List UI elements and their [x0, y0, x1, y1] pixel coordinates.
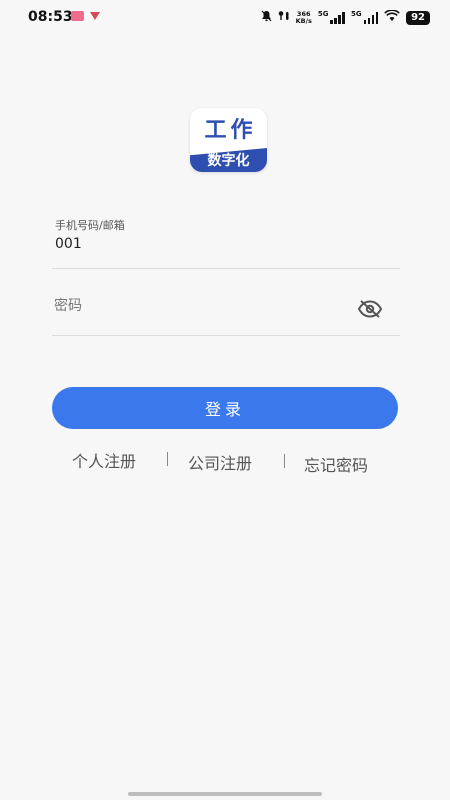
network-speed-unit: KB/s — [295, 17, 312, 25]
signal-bars-1-icon — [330, 12, 345, 24]
personal-register-link[interactable]: 个人注册 — [72, 448, 136, 472]
wifi-icon — [384, 9, 400, 26]
status-time: 08:53 — [28, 9, 73, 25]
account-input[interactable]: 001 — [55, 236, 82, 252]
home-indicator[interactable] — [128, 792, 322, 796]
signal-1-label: 5G — [317, 10, 329, 18]
signal-2-label: 5G — [350, 10, 362, 18]
company-register-link[interactable]: 公司注册 — [188, 450, 252, 474]
separator — [167, 452, 168, 466]
separator — [284, 454, 285, 468]
app-logo: 工作 数字化 — [190, 108, 267, 172]
login-button[interactable]: 登录 — [52, 387, 398, 429]
register-links: 个人注册 公司注册 忘记密码 — [0, 448, 450, 475]
status-bar: 08:53 366 KB/s 5G 5G 92 — [0, 0, 450, 36]
app-notification-icon — [71, 11, 84, 21]
status-icons: 366 KB/s 5G 5G 92 — [261, 9, 430, 26]
login-screen: 08:53 366 KB/s 5G 5G 92 工作 数字化 手机号码/邮箱 0… — [0, 0, 450, 800]
signal-bars-2-icon — [363, 12, 379, 24]
eye-off-icon — [357, 300, 383, 318]
password-input[interactable] — [52, 294, 346, 318]
forgot-password-link[interactable]: 忘记密码 — [304, 452, 368, 476]
network-speed: 366 KB/s — [296, 11, 312, 25]
account-underline — [52, 268, 400, 269]
password-visibility-toggle[interactable] — [356, 298, 384, 320]
battery-level: 92 — [406, 11, 430, 25]
logo-top-text: 工作 — [204, 118, 257, 143]
account-label: 手机号码/邮箱 — [55, 219, 125, 232]
mute-bell-icon — [261, 10, 272, 26]
earbuds-icon — [278, 10, 290, 26]
password-underline — [52, 335, 400, 336]
logo-bottom-text: 数字化 — [190, 148, 267, 172]
location-arrow-icon — [90, 12, 100, 20]
